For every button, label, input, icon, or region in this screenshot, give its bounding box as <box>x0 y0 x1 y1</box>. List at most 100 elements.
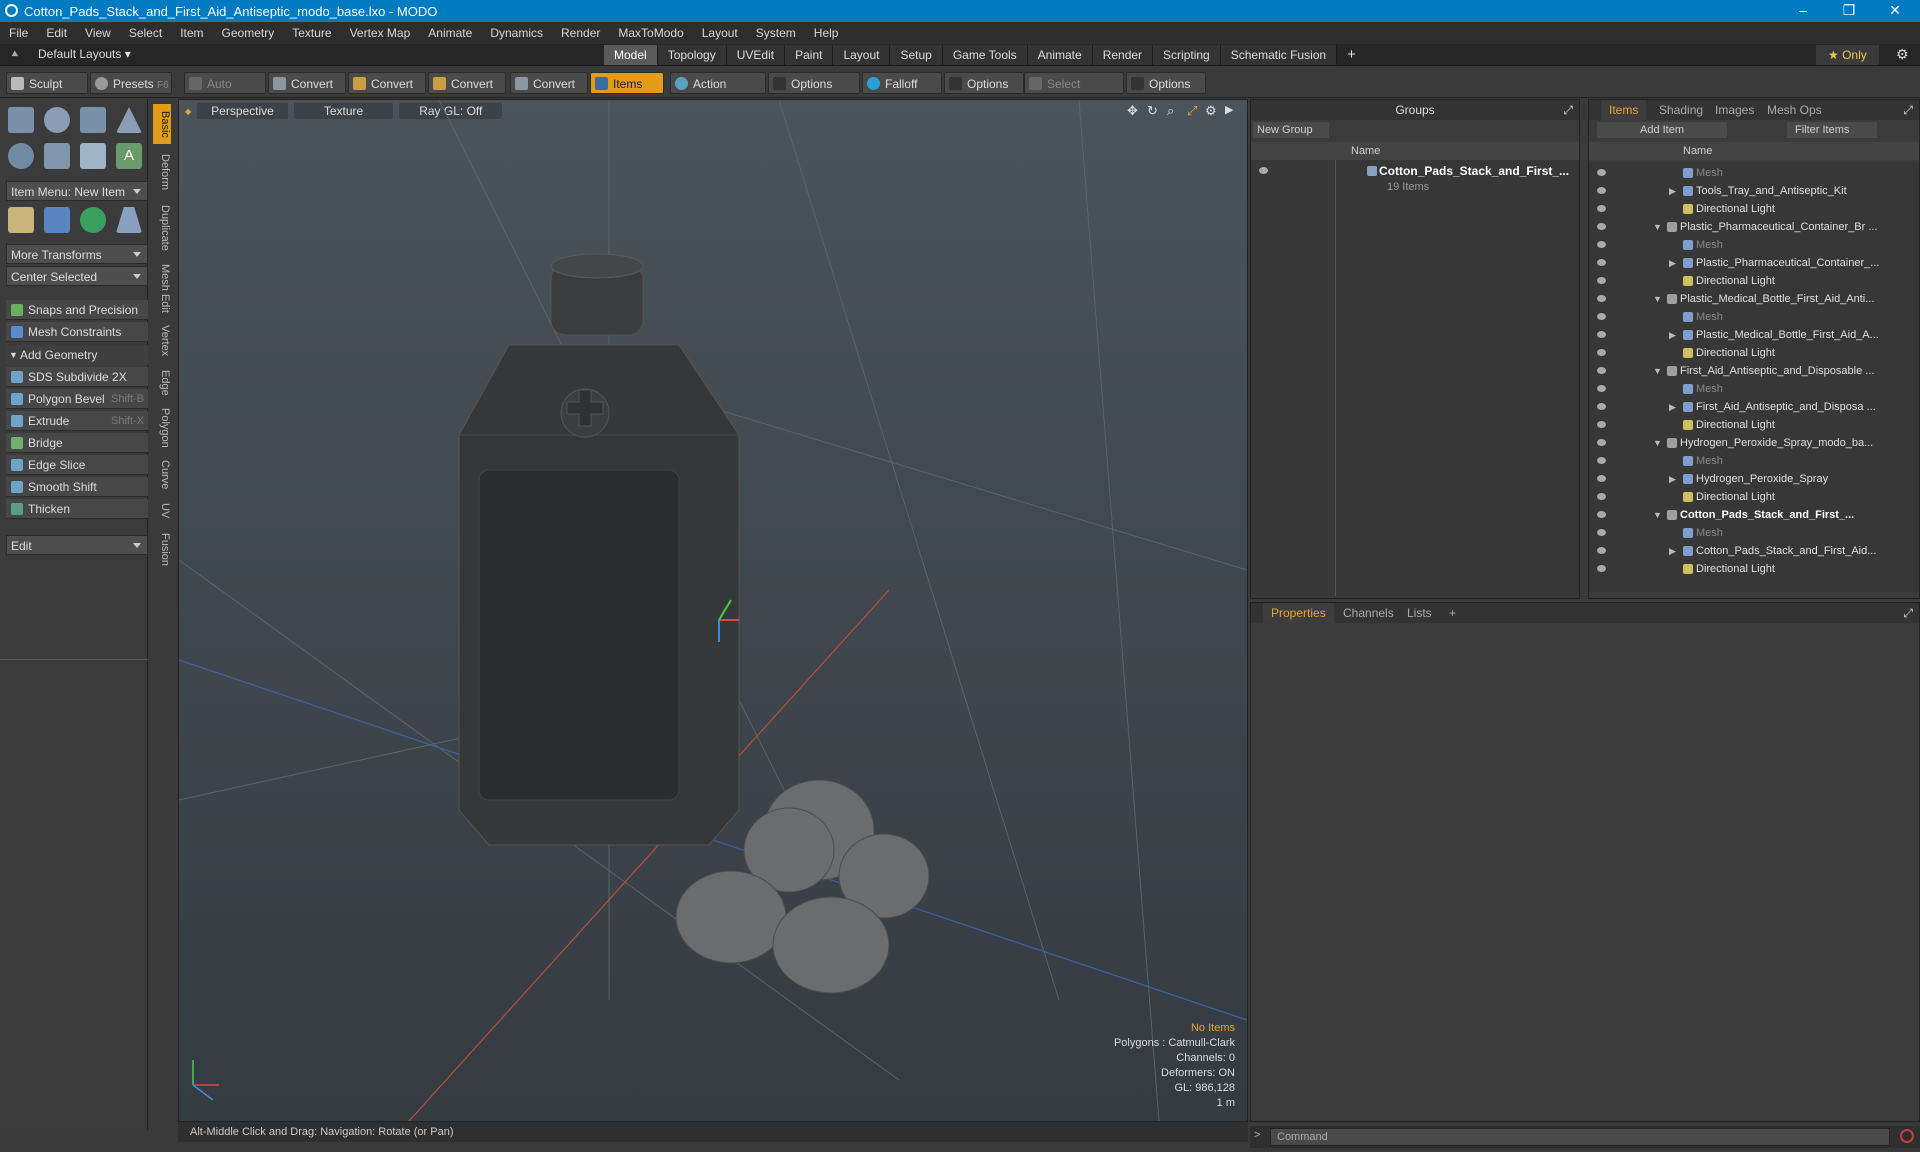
collapse-arrow-icon[interactable]: ▼ <box>1653 362 1662 380</box>
menu-texture[interactable]: Texture <box>283 26 340 40</box>
item-row[interactable]: Mesh <box>1589 308 1919 326</box>
eye-icon[interactable] <box>1597 277 1606 284</box>
tab-render[interactable]: Render <box>1092 45 1154 65</box>
add-tab-icon[interactable]: + <box>1337 45 1366 65</box>
eye-icon[interactable] <box>1597 367 1606 374</box>
eye-icon[interactable] <box>1597 349 1606 356</box>
expand-arrow-icon[interactable]: ▶ <box>1669 326 1676 344</box>
tab-schematic-fusion[interactable]: Schematic Fusion <box>1220 45 1338 65</box>
tab-game-tools[interactable]: Game Tools <box>942 45 1028 65</box>
item-row[interactable]: ▼ Cotton_Pads_Stack_and_First_... <box>1589 506 1919 524</box>
item-row[interactable]: Directional Light <box>1589 344 1919 362</box>
item-row[interactable]: Directional Light <box>1589 560 1919 578</box>
collapse-arrow-icon[interactable]: ▼ <box>1653 434 1662 452</box>
eye-icon[interactable] <box>1597 259 1606 266</box>
vtab-curve[interactable]: Curve <box>153 456 171 494</box>
menu-maxtomodo[interactable]: MaxToModo <box>609 26 692 40</box>
expand-arrow-icon[interactable]: ▶ <box>1669 398 1676 416</box>
tab-lists[interactable]: Lists <box>1399 603 1440 623</box>
item-row[interactable]: ▶ First_Aid_Antiseptic_and_Disposa ... <box>1589 398 1919 416</box>
smooth-shift-button[interactable]: Smooth Shift <box>6 477 148 497</box>
eye-icon[interactable] <box>1597 565 1606 572</box>
3d-viewport[interactable]: ◆ Perspective Texture Ray GL: Off ✥ ↻ ⌕ … <box>178 99 1248 1122</box>
cone-icon[interactable] <box>116 107 142 133</box>
layout-icon[interactable]: ⯅ <box>10 47 20 62</box>
name-column[interactable]: Name <box>1683 142 1712 160</box>
pen-icon[interactable] <box>80 143 106 169</box>
tab-images[interactable]: Images <box>1707 100 1762 120</box>
eye-icon[interactable] <box>1597 241 1606 248</box>
text-icon[interactable]: A <box>116 143 142 169</box>
vtab-edge[interactable]: Edge <box>153 366 171 400</box>
gear-icon[interactable]: ⚙ <box>1896 46 1909 63</box>
sculpt-button[interactable]: Sculpt <box>6 72 88 94</box>
convert-button-2[interactable]: Convert <box>348 72 426 94</box>
item-row[interactable]: Mesh <box>1589 380 1919 398</box>
expand-icon[interactable]: ⤢ <box>1903 603 1913 623</box>
polygon-bevel-button[interactable]: Polygon Bevel Shift-B <box>6 389 148 409</box>
snaps-precision-button[interactable]: Snaps and Precision <box>6 300 148 320</box>
rotate-icon[interactable] <box>80 207 106 233</box>
menu-vertex-map[interactable]: Vertex Map <box>341 26 420 40</box>
item-row[interactable]: Directional Light <box>1589 200 1919 218</box>
tab-layout[interactable]: Layout <box>833 45 891 65</box>
expand-arrow-icon[interactable]: ▶ <box>1669 470 1676 488</box>
eye-icon[interactable] <box>1597 331 1606 338</box>
vtab-basic[interactable]: Basic <box>153 104 171 144</box>
menu-item[interactable]: Item <box>171 26 212 40</box>
menu-animate[interactable]: Animate <box>419 26 481 40</box>
falloff-button[interactable]: Falloff <box>862 72 942 94</box>
item-row[interactable]: ▼ Hydrogen_Peroxide_Spray_modo_ba... <box>1589 434 1919 452</box>
item-menu-dropdown[interactable]: Item Menu: New Item <box>6 181 148 201</box>
eye-icon[interactable] <box>1597 475 1606 482</box>
menu-geometry[interactable]: Geometry <box>213 26 284 40</box>
tab-topology[interactable]: Topology <box>657 45 727 65</box>
tab-paint[interactable]: Paint <box>785 45 834 65</box>
item-row[interactable]: Directional Light <box>1589 488 1919 506</box>
add-item-button[interactable]: Add Item <box>1597 122 1727 138</box>
select-options-button[interactable]: Options <box>1126 72 1206 94</box>
maximize-button[interactable]: ❐ <box>1826 0 1872 22</box>
tab-mesh-ops[interactable]: Mesh Ops <box>1759 100 1830 120</box>
expand-arrow-icon[interactable]: ▶ <box>1669 542 1676 560</box>
eye-icon[interactable] <box>1597 205 1606 212</box>
bridge-button[interactable]: Bridge <box>6 433 148 453</box>
scale-icon[interactable] <box>116 207 142 233</box>
tab-shading[interactable]: Shading <box>1651 100 1711 120</box>
layout-selector[interactable]: Default Layouts ▾ <box>38 47 131 61</box>
eye-icon[interactable] <box>1597 187 1606 194</box>
torus-icon[interactable] <box>8 143 34 169</box>
tab-scripting[interactable]: Scripting <box>1153 45 1221 65</box>
eye-icon[interactable] <box>1597 439 1606 446</box>
new-group-button[interactable]: New Group <box>1253 122 1329 138</box>
item-row[interactable]: Mesh <box>1589 452 1919 470</box>
expand-arrow-icon[interactable]: ▶ <box>1669 254 1676 272</box>
eye-icon[interactable] <box>1597 169 1606 176</box>
collapse-arrow-icon[interactable]: ▼ <box>1653 506 1662 524</box>
item-row[interactable]: ▼ Plastic_Medical_Bottle_First_Aid_Anti..… <box>1589 290 1919 308</box>
vtab-polygon[interactable]: Polygon <box>153 404 171 452</box>
filter-items-input[interactable]: Filter Items <box>1787 122 1877 138</box>
minimize-button[interactable]: – <box>1780 0 1826 22</box>
vtab-vertex[interactable]: Vertex <box>153 320 171 362</box>
falloff-options-button[interactable]: Options <box>944 72 1024 94</box>
eye-icon[interactable] <box>1597 421 1606 428</box>
menu-render[interactable]: Render <box>552 26 609 40</box>
sds-subdivide-button[interactable]: SDS Subdivide 2X <box>6 367 148 387</box>
convert-button-3[interactable]: Convert <box>428 72 506 94</box>
vtab-mesh-edit[interactable]: Mesh Edit <box>153 260 171 316</box>
eye-icon[interactable] <box>1597 547 1606 554</box>
tab-model[interactable]: Model <box>604 45 658 65</box>
cylinder-icon[interactable] <box>80 107 106 133</box>
vtab-fusion[interactable]: Fusion <box>153 528 171 572</box>
tab-setup[interactable]: Setup <box>890 45 943 65</box>
tab-channels[interactable]: Channels <box>1335 603 1402 623</box>
expand-arrow-icon[interactable]: ▶ <box>1669 182 1676 200</box>
transform-icon[interactable] <box>8 207 34 233</box>
sphere-icon[interactable] <box>44 107 70 133</box>
capsule-icon[interactable] <box>44 143 70 169</box>
item-row[interactable]: ▶ Cotton_Pads_Stack_and_First_Aid... <box>1589 542 1919 560</box>
eye-icon[interactable] <box>1597 511 1606 518</box>
item-row[interactable]: ▶ Hydrogen_Peroxide_Spray <box>1589 470 1919 488</box>
eye-icon[interactable] <box>1597 403 1606 410</box>
